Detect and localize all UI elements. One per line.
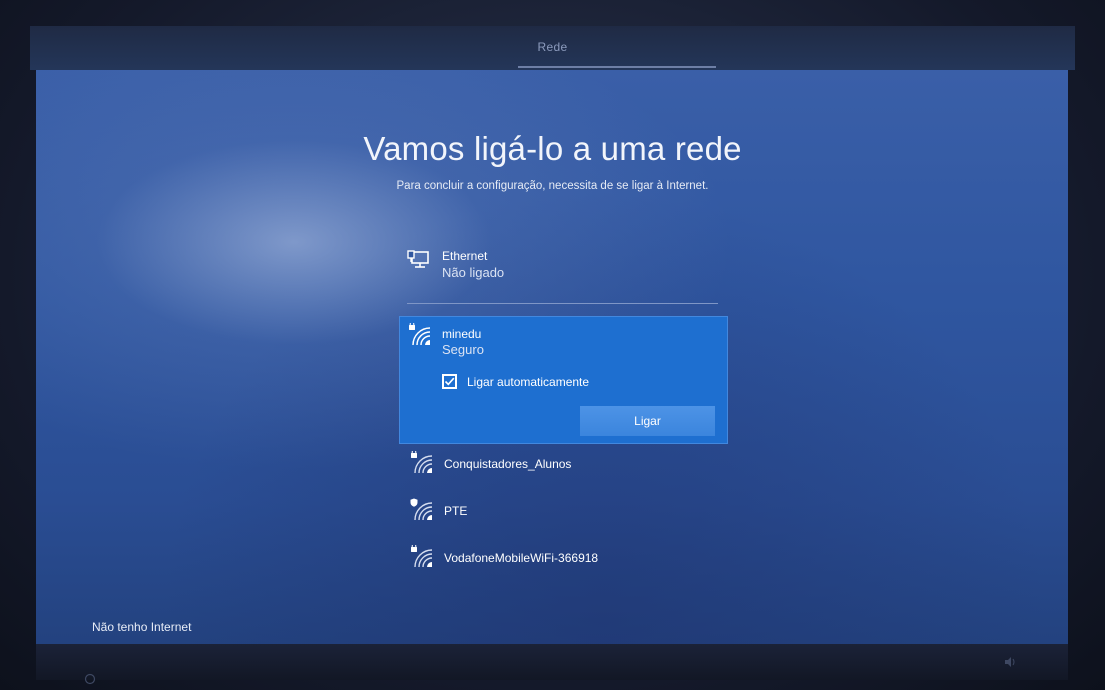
network-name: minedu — [442, 327, 482, 341]
wifi-shield-icon — [410, 498, 434, 522]
network-status: Seguro — [442, 342, 484, 357]
network-name: VodafoneMobileWiFi-366918 — [444, 551, 599, 565]
auto-connect-checkbox[interactable] — [442, 374, 457, 389]
no-internet-link[interactable]: Não tenho Internet — [92, 620, 191, 634]
ethernet-item[interactable]: Ethernet Não ligado — [407, 249, 727, 289]
network-item[interactable]: PTE — [407, 498, 727, 526]
network-item[interactable]: VodafoneMobileWiFi-366918 — [407, 543, 727, 573]
accessibility-icon[interactable] — [84, 673, 96, 685]
wifi-secured-icon — [410, 543, 434, 569]
connect-button[interactable]: Ligar — [580, 406, 715, 436]
network-item[interactable]: Conquistadores_Alunos — [407, 449, 727, 479]
tab-underline — [518, 66, 716, 68]
auto-connect-label[interactable]: Ligar automaticamente — [467, 375, 589, 389]
wifi-secured-icon — [410, 449, 434, 475]
title-bar: Rede — [30, 26, 1075, 70]
page-title: Vamos ligá-lo a uma rede — [363, 130, 742, 167]
wifi-secured-icon — [408, 321, 432, 347]
ethernet-icon — [407, 249, 431, 273]
network-name: PTE — [444, 504, 468, 518]
bottom-bar — [36, 644, 1068, 680]
network-item-minedu[interactable]: minedu Seguro Ligar automaticamente Liga… — [399, 316, 728, 444]
network-name: Conquistadores_Alunos — [444, 457, 572, 471]
volume-icon[interactable] — [1004, 656, 1018, 671]
ethernet-name: Ethernet — [442, 249, 488, 263]
page-subtitle: Para concluir a configuração, necessita … — [396, 180, 709, 192]
ethernet-status: Não ligado — [442, 265, 505, 280]
divider — [407, 303, 718, 304]
tab-network: Rede — [537, 40, 568, 54]
